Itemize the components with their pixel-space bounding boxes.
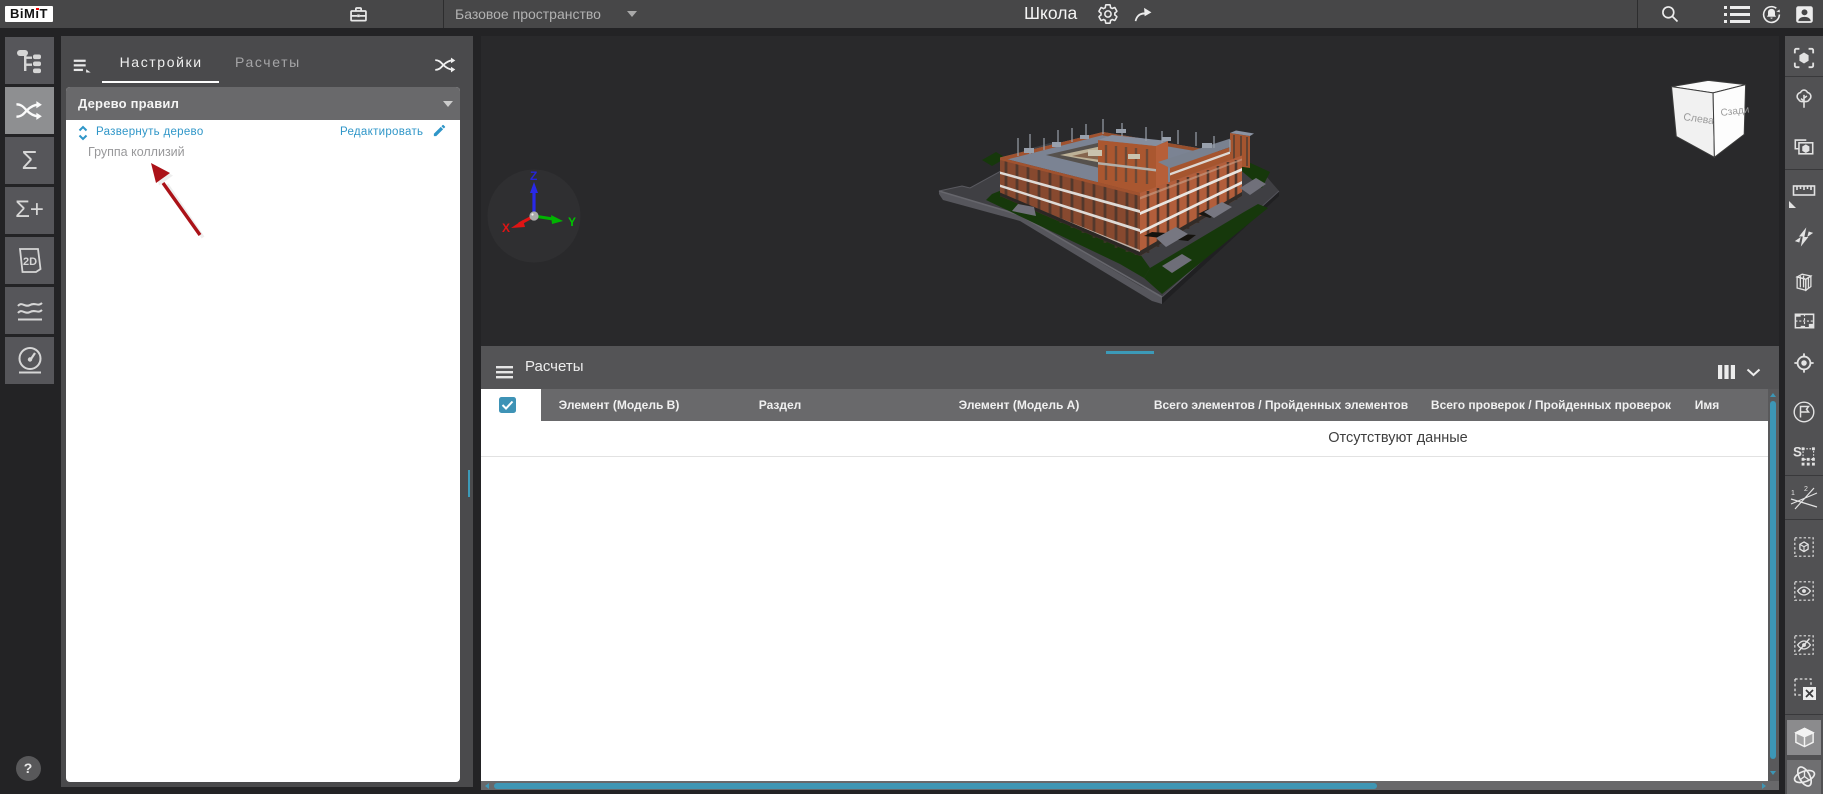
svg-text:Z: Z	[530, 169, 537, 183]
svg-text:2: 2	[1804, 486, 1808, 493]
svg-text:Сзади: Сзади	[1720, 105, 1750, 119]
svg-text:1: 1	[1791, 490, 1795, 497]
svg-text:X: X	[502, 221, 510, 235]
svg-text:Y: Y	[568, 215, 576, 229]
svg-text:2D: 2D	[23, 256, 37, 268]
svg-text:S: S	[1793, 444, 1802, 459]
